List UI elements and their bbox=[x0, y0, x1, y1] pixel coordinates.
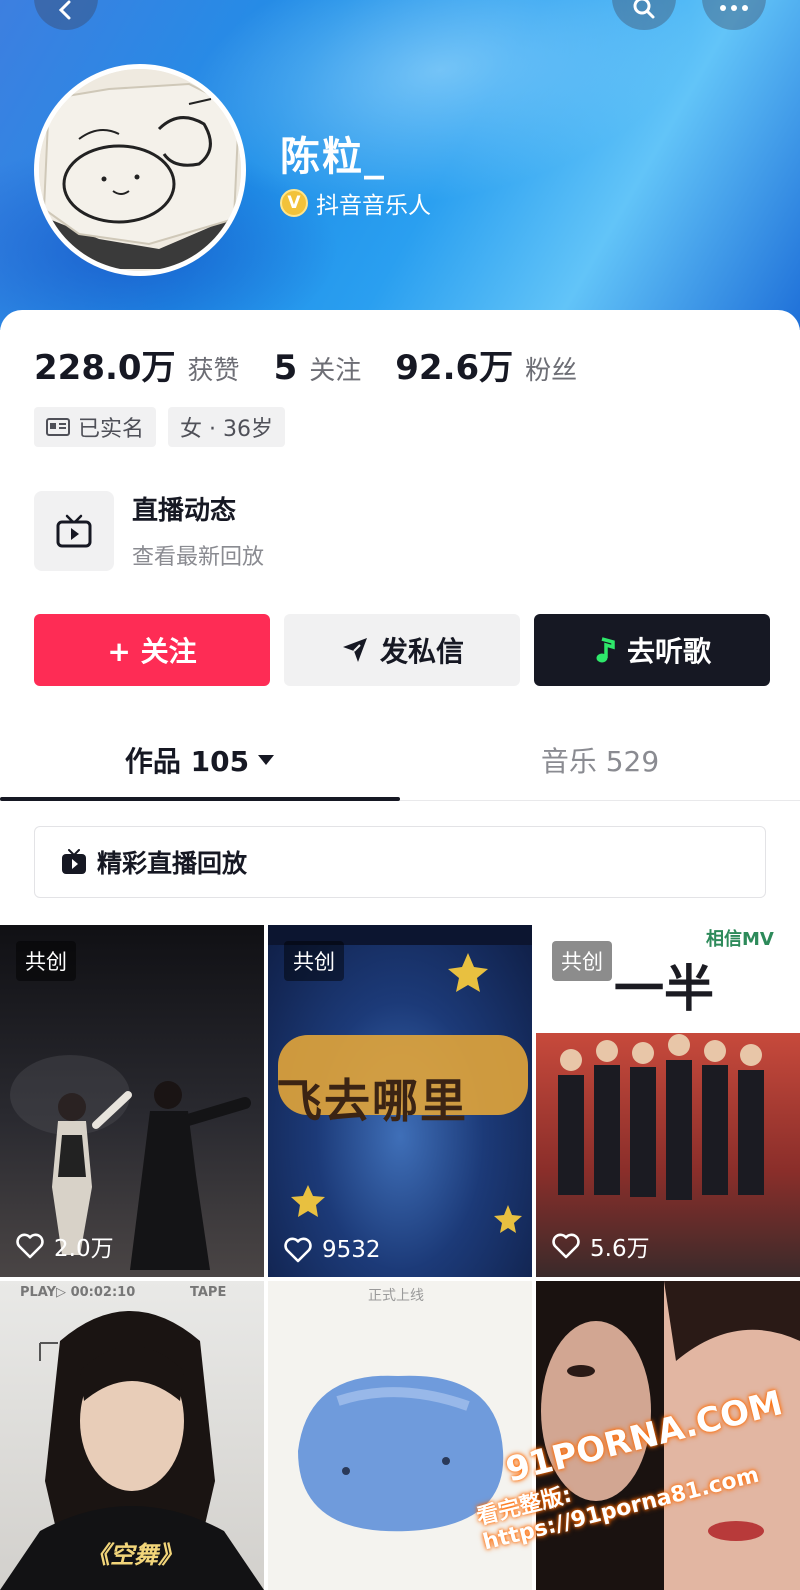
profile-tabs: 作品 105 音乐 529 bbox=[0, 720, 800, 800]
back-button[interactable] bbox=[34, 0, 98, 30]
heart-outline-icon bbox=[552, 1233, 580, 1259]
video-art-title: 飞去哪里 bbox=[276, 1074, 468, 1128]
following-count[interactable]: 5 bbox=[274, 348, 298, 388]
listen-music-label: 去听歌 bbox=[626, 635, 711, 668]
followers-count[interactable]: 92.6万 bbox=[395, 340, 513, 389]
video-likes-count: 2.0万 bbox=[54, 1236, 114, 1262]
message-button[interactable]: 发私信 bbox=[284, 614, 520, 686]
live-replay-label: 精彩直播回放 bbox=[97, 849, 248, 878]
video-art-tape: TAPE bbox=[190, 1285, 227, 1300]
live-icon-box bbox=[34, 490, 114, 571]
co-created-badge: 共创 bbox=[552, 941, 612, 981]
live-title: 直播动态 bbox=[132, 496, 237, 526]
video-thumbnail[interactable]: 相信MV 一半 共创 5.6万 bbox=[536, 925, 800, 1277]
send-icon bbox=[342, 638, 367, 662]
message-label: 发私信 bbox=[379, 635, 464, 668]
live-replay-bar[interactable]: 精彩直播回放 bbox=[34, 826, 766, 898]
tab-works[interactable]: 作品 105 bbox=[0, 720, 400, 800]
tab-music-label: 音乐 529 bbox=[540, 745, 660, 778]
video-likes: 2.0万 bbox=[16, 1229, 114, 1263]
video-art-title: 一半 bbox=[614, 960, 714, 1018]
follow-button[interactable]: + 关注 bbox=[34, 614, 270, 686]
live-activity-entry[interactable]: 直播动态 查看最新回放 bbox=[34, 490, 264, 571]
co-created-badge: 共创 bbox=[284, 941, 344, 981]
more-button[interactable] bbox=[702, 0, 766, 30]
video-likes: 9532 bbox=[284, 1237, 381, 1263]
caret-down-icon bbox=[258, 755, 275, 765]
profile-tags: 已实名 女 · 36岁 bbox=[34, 407, 285, 447]
verified-name-label: 已实名 bbox=[78, 417, 145, 442]
video-art-top: 正式上线 bbox=[368, 1288, 424, 1304]
heart-outline-icon bbox=[16, 1233, 44, 1259]
followers-label[interactable]: 粉丝 bbox=[525, 350, 577, 387]
likes-label: 获赞 bbox=[187, 356, 240, 386]
video-likes-count: 5.6万 bbox=[590, 1236, 650, 1262]
tv-play-icon bbox=[56, 514, 92, 547]
verified-name-tag: 已实名 bbox=[34, 407, 157, 447]
tv-play-icon bbox=[62, 849, 86, 874]
action-buttons: + 关注 发私信 去听歌 bbox=[34, 614, 770, 686]
video-likes-count: 9532 bbox=[322, 1237, 381, 1263]
video-likes: 5.6万 bbox=[552, 1229, 650, 1263]
video-art-top: 相信MV bbox=[706, 929, 774, 950]
verification-label: V 抖音音乐人 bbox=[280, 186, 431, 220]
likes-count: 228.0万 bbox=[34, 348, 176, 388]
verified-badge-icon: V bbox=[280, 189, 308, 217]
profile-name: 陈粒_ bbox=[280, 134, 386, 180]
gender-age-label: 女 · 36岁 bbox=[180, 417, 273, 442]
live-text: 直播动态 查看最新回放 bbox=[132, 490, 264, 571]
video-thumbnail[interactable]: 共创 2.0万 bbox=[0, 925, 264, 1277]
listen-music-button[interactable]: 去听歌 bbox=[534, 614, 770, 686]
video-art-title: 《空舞》 bbox=[86, 1541, 182, 1569]
tab-active-indicator bbox=[0, 797, 400, 801]
gender-age-tag: 女 · 36岁 bbox=[168, 407, 285, 447]
more-dots-icon bbox=[720, 5, 748, 11]
video-art-top: PLAY▷ 00:02:10 bbox=[20, 1285, 136, 1300]
co-created-badge: 共创 bbox=[16, 941, 76, 981]
id-card-icon bbox=[46, 418, 70, 436]
tab-works-label: 作品 105 bbox=[124, 745, 250, 778]
music-note-icon bbox=[596, 637, 615, 663]
profile-stats: 228.0万 获赞 5 关注 92.6万 粉丝 bbox=[34, 340, 611, 389]
following-label[interactable]: 关注 bbox=[309, 350, 361, 387]
video-thumbnail[interactable]: 飞去哪里 共创 9532 bbox=[268, 925, 532, 1277]
video-thumbnail[interactable]: PLAY▷ 00:02:10 TAPE 《空舞》 bbox=[0, 1281, 264, 1590]
tab-music[interactable]: 音乐 529 bbox=[400, 720, 800, 800]
verification-text: 抖音音乐人 bbox=[316, 193, 431, 219]
live-subtitle: 查看最新回放 bbox=[132, 545, 265, 570]
chevron-left-icon bbox=[58, 0, 71, 20]
heart-outline-icon bbox=[284, 1237, 312, 1263]
search-icon bbox=[633, 0, 655, 19]
profile-banner: 陈粒_ V 抖音音乐人 bbox=[0, 0, 800, 330]
avatar-sketch-image bbox=[39, 69, 241, 271]
avatar[interactable] bbox=[34, 64, 246, 276]
